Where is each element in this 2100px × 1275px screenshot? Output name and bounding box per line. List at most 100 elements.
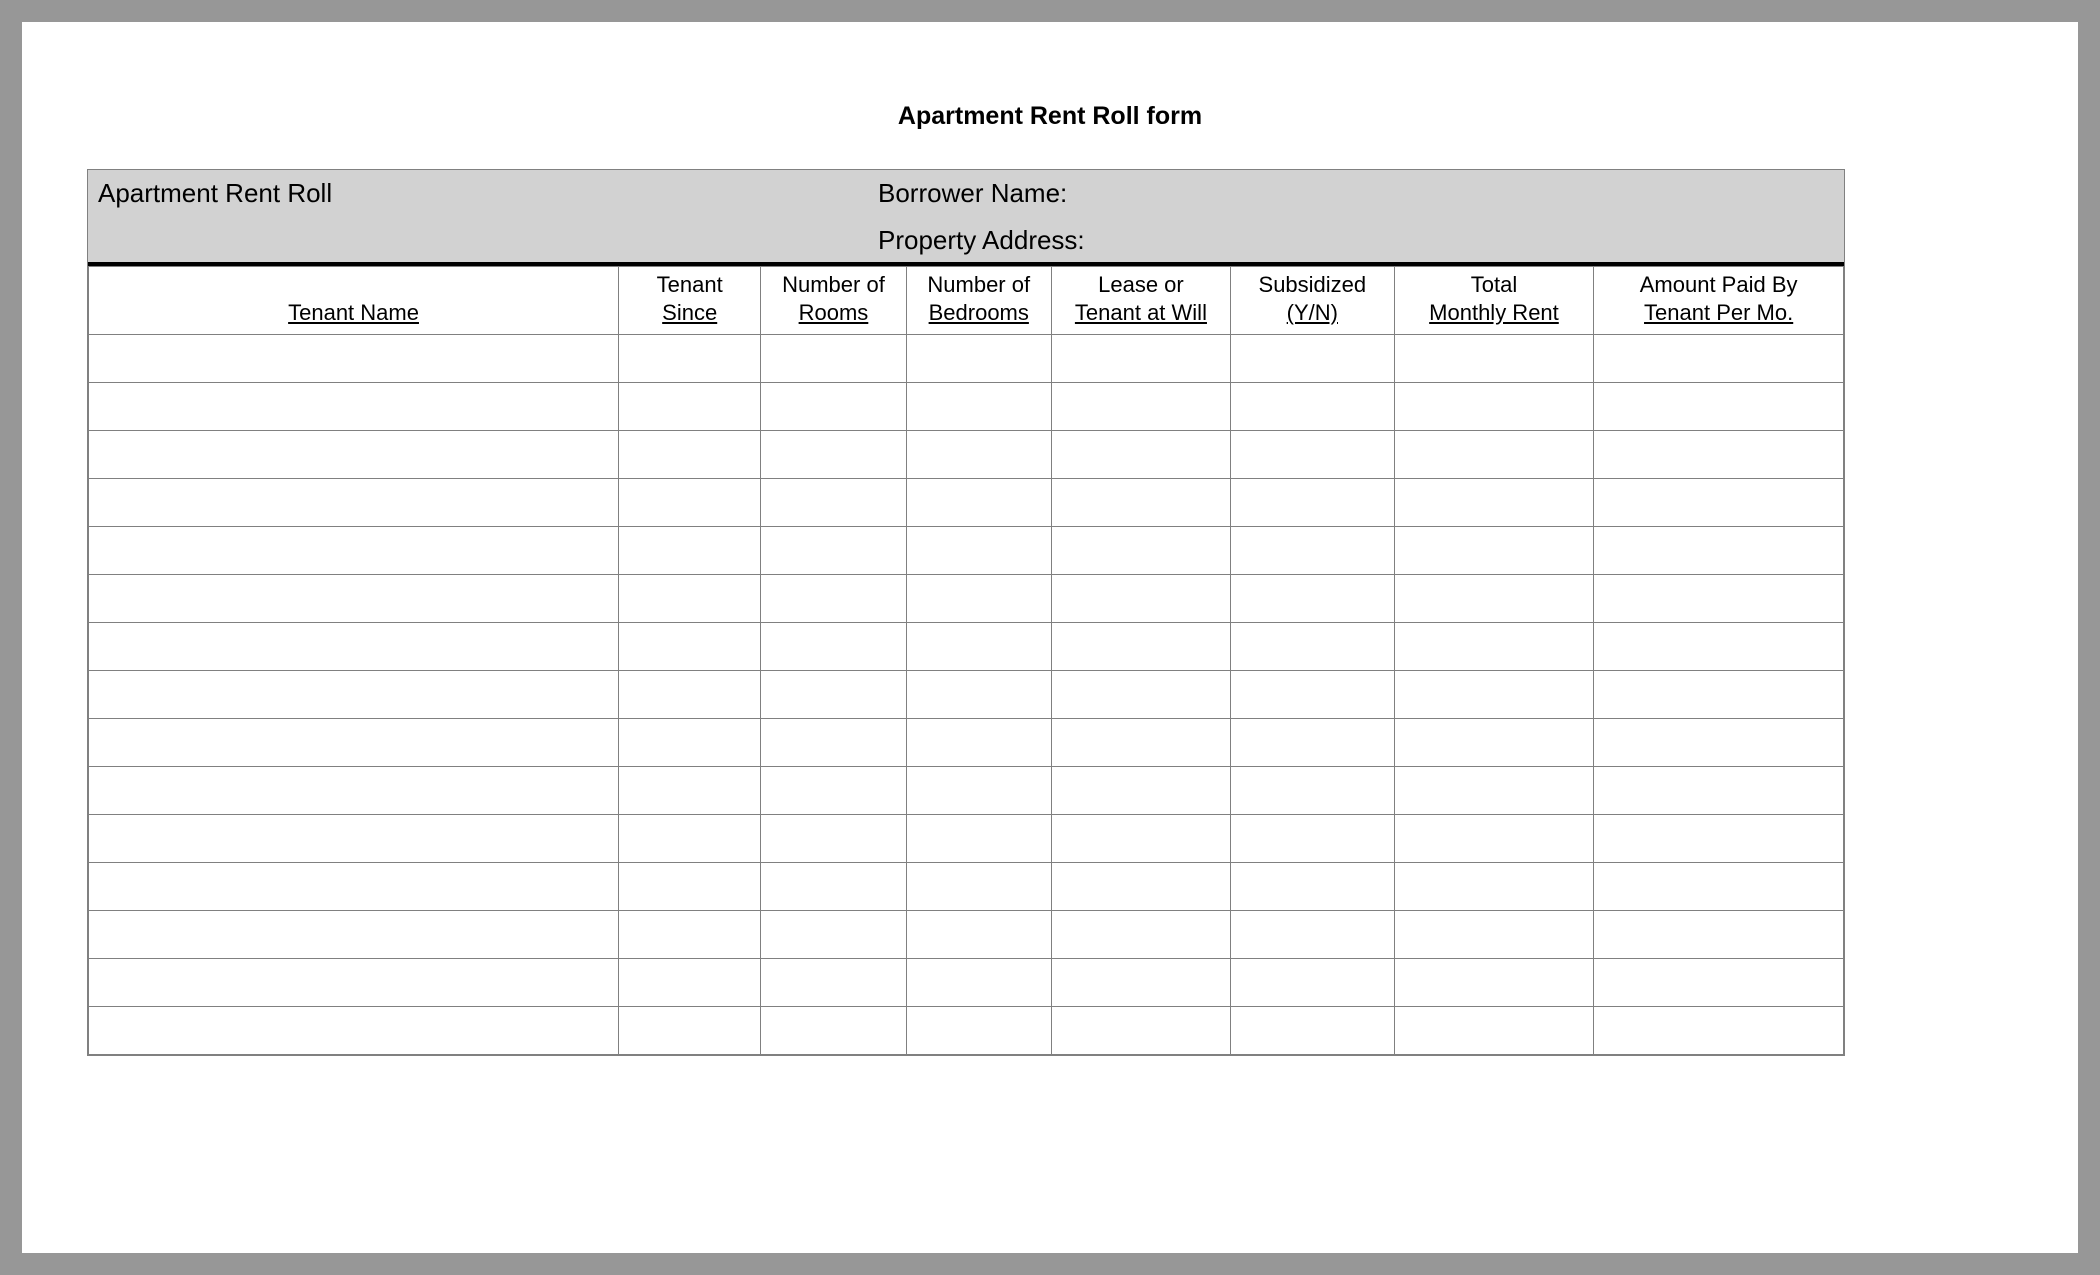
table-cell[interactable] xyxy=(89,575,619,623)
table-cell[interactable] xyxy=(1051,671,1230,719)
table-cell[interactable] xyxy=(1594,623,1844,671)
table-cell[interactable] xyxy=(761,959,906,1007)
table-cell[interactable] xyxy=(906,383,1051,431)
table-cell[interactable] xyxy=(1394,671,1594,719)
table-cell[interactable] xyxy=(1230,863,1394,911)
table-cell[interactable] xyxy=(1051,767,1230,815)
table-cell[interactable] xyxy=(1394,431,1594,479)
table-cell[interactable] xyxy=(761,719,906,767)
table-cell[interactable] xyxy=(906,911,1051,959)
table-cell[interactable] xyxy=(619,335,761,383)
table-cell[interactable] xyxy=(619,719,761,767)
table-cell[interactable] xyxy=(89,815,619,863)
table-cell[interactable] xyxy=(619,527,761,575)
table-cell[interactable] xyxy=(761,911,906,959)
table-cell[interactable] xyxy=(1594,575,1844,623)
table-cell[interactable] xyxy=(1594,671,1844,719)
table-cell[interactable] xyxy=(89,479,619,527)
table-cell[interactable] xyxy=(1394,863,1594,911)
table-cell[interactable] xyxy=(89,431,619,479)
table-cell[interactable] xyxy=(1051,431,1230,479)
table-cell[interactable] xyxy=(619,575,761,623)
table-cell[interactable] xyxy=(1230,479,1394,527)
table-cell[interactable] xyxy=(1394,959,1594,1007)
table-cell[interactable] xyxy=(761,767,906,815)
table-cell[interactable] xyxy=(89,527,619,575)
table-cell[interactable] xyxy=(1594,1007,1844,1055)
table-cell[interactable] xyxy=(1594,335,1844,383)
table-cell[interactable] xyxy=(1594,911,1844,959)
table-cell[interactable] xyxy=(1051,959,1230,1007)
table-cell[interactable] xyxy=(89,1007,619,1055)
table-cell[interactable] xyxy=(1594,431,1844,479)
table-cell[interactable] xyxy=(1394,767,1594,815)
table-cell[interactable] xyxy=(1230,671,1394,719)
table-cell[interactable] xyxy=(761,863,906,911)
table-cell[interactable] xyxy=(619,767,761,815)
table-cell[interactable] xyxy=(906,479,1051,527)
table-cell[interactable] xyxy=(1051,1007,1230,1055)
table-cell[interactable] xyxy=(906,671,1051,719)
table-cell[interactable] xyxy=(1394,719,1594,767)
table-cell[interactable] xyxy=(619,383,761,431)
table-cell[interactable] xyxy=(1051,383,1230,431)
table-cell[interactable] xyxy=(1594,383,1844,431)
table-cell[interactable] xyxy=(906,815,1051,863)
table-cell[interactable] xyxy=(906,575,1051,623)
table-cell[interactable] xyxy=(1230,1007,1394,1055)
table-cell[interactable] xyxy=(1051,863,1230,911)
table-cell[interactable] xyxy=(1051,575,1230,623)
table-cell[interactable] xyxy=(1230,623,1394,671)
table-cell[interactable] xyxy=(1230,719,1394,767)
table-cell[interactable] xyxy=(1230,383,1394,431)
table-cell[interactable] xyxy=(89,719,619,767)
table-cell[interactable] xyxy=(906,527,1051,575)
table-cell[interactable] xyxy=(1051,623,1230,671)
table-cell[interactable] xyxy=(1051,911,1230,959)
table-cell[interactable] xyxy=(1594,767,1844,815)
table-cell[interactable] xyxy=(1394,479,1594,527)
table-cell[interactable] xyxy=(1230,911,1394,959)
table-cell[interactable] xyxy=(1230,335,1394,383)
table-cell[interactable] xyxy=(761,1007,906,1055)
table-cell[interactable] xyxy=(89,383,619,431)
table-cell[interactable] xyxy=(1394,1007,1594,1055)
table-cell[interactable] xyxy=(1394,623,1594,671)
table-cell[interactable] xyxy=(1394,911,1594,959)
table-cell[interactable] xyxy=(89,767,619,815)
table-cell[interactable] xyxy=(906,1007,1051,1055)
table-cell[interactable] xyxy=(619,431,761,479)
table-cell[interactable] xyxy=(906,431,1051,479)
table-cell[interactable] xyxy=(89,863,619,911)
table-cell[interactable] xyxy=(761,335,906,383)
table-cell[interactable] xyxy=(1394,815,1594,863)
table-cell[interactable] xyxy=(906,959,1051,1007)
table-cell[interactable] xyxy=(619,911,761,959)
table-cell[interactable] xyxy=(1051,479,1230,527)
table-cell[interactable] xyxy=(1230,815,1394,863)
table-cell[interactable] xyxy=(619,671,761,719)
table-cell[interactable] xyxy=(1394,383,1594,431)
table-cell[interactable] xyxy=(89,671,619,719)
table-cell[interactable] xyxy=(761,527,906,575)
table-cell[interactable] xyxy=(89,335,619,383)
table-cell[interactable] xyxy=(1394,335,1594,383)
table-cell[interactable] xyxy=(1230,767,1394,815)
table-cell[interactable] xyxy=(761,383,906,431)
table-cell[interactable] xyxy=(1230,575,1394,623)
table-cell[interactable] xyxy=(1051,527,1230,575)
table-cell[interactable] xyxy=(89,911,619,959)
table-cell[interactable] xyxy=(1594,479,1844,527)
table-cell[interactable] xyxy=(761,479,906,527)
table-cell[interactable] xyxy=(1394,527,1594,575)
table-cell[interactable] xyxy=(619,863,761,911)
table-cell[interactable] xyxy=(1051,815,1230,863)
table-cell[interactable] xyxy=(89,623,619,671)
table-cell[interactable] xyxy=(906,719,1051,767)
table-cell[interactable] xyxy=(619,959,761,1007)
table-cell[interactable] xyxy=(1594,959,1844,1007)
table-cell[interactable] xyxy=(761,671,906,719)
table-cell[interactable] xyxy=(1594,863,1844,911)
table-cell[interactable] xyxy=(1230,431,1394,479)
table-cell[interactable] xyxy=(761,575,906,623)
